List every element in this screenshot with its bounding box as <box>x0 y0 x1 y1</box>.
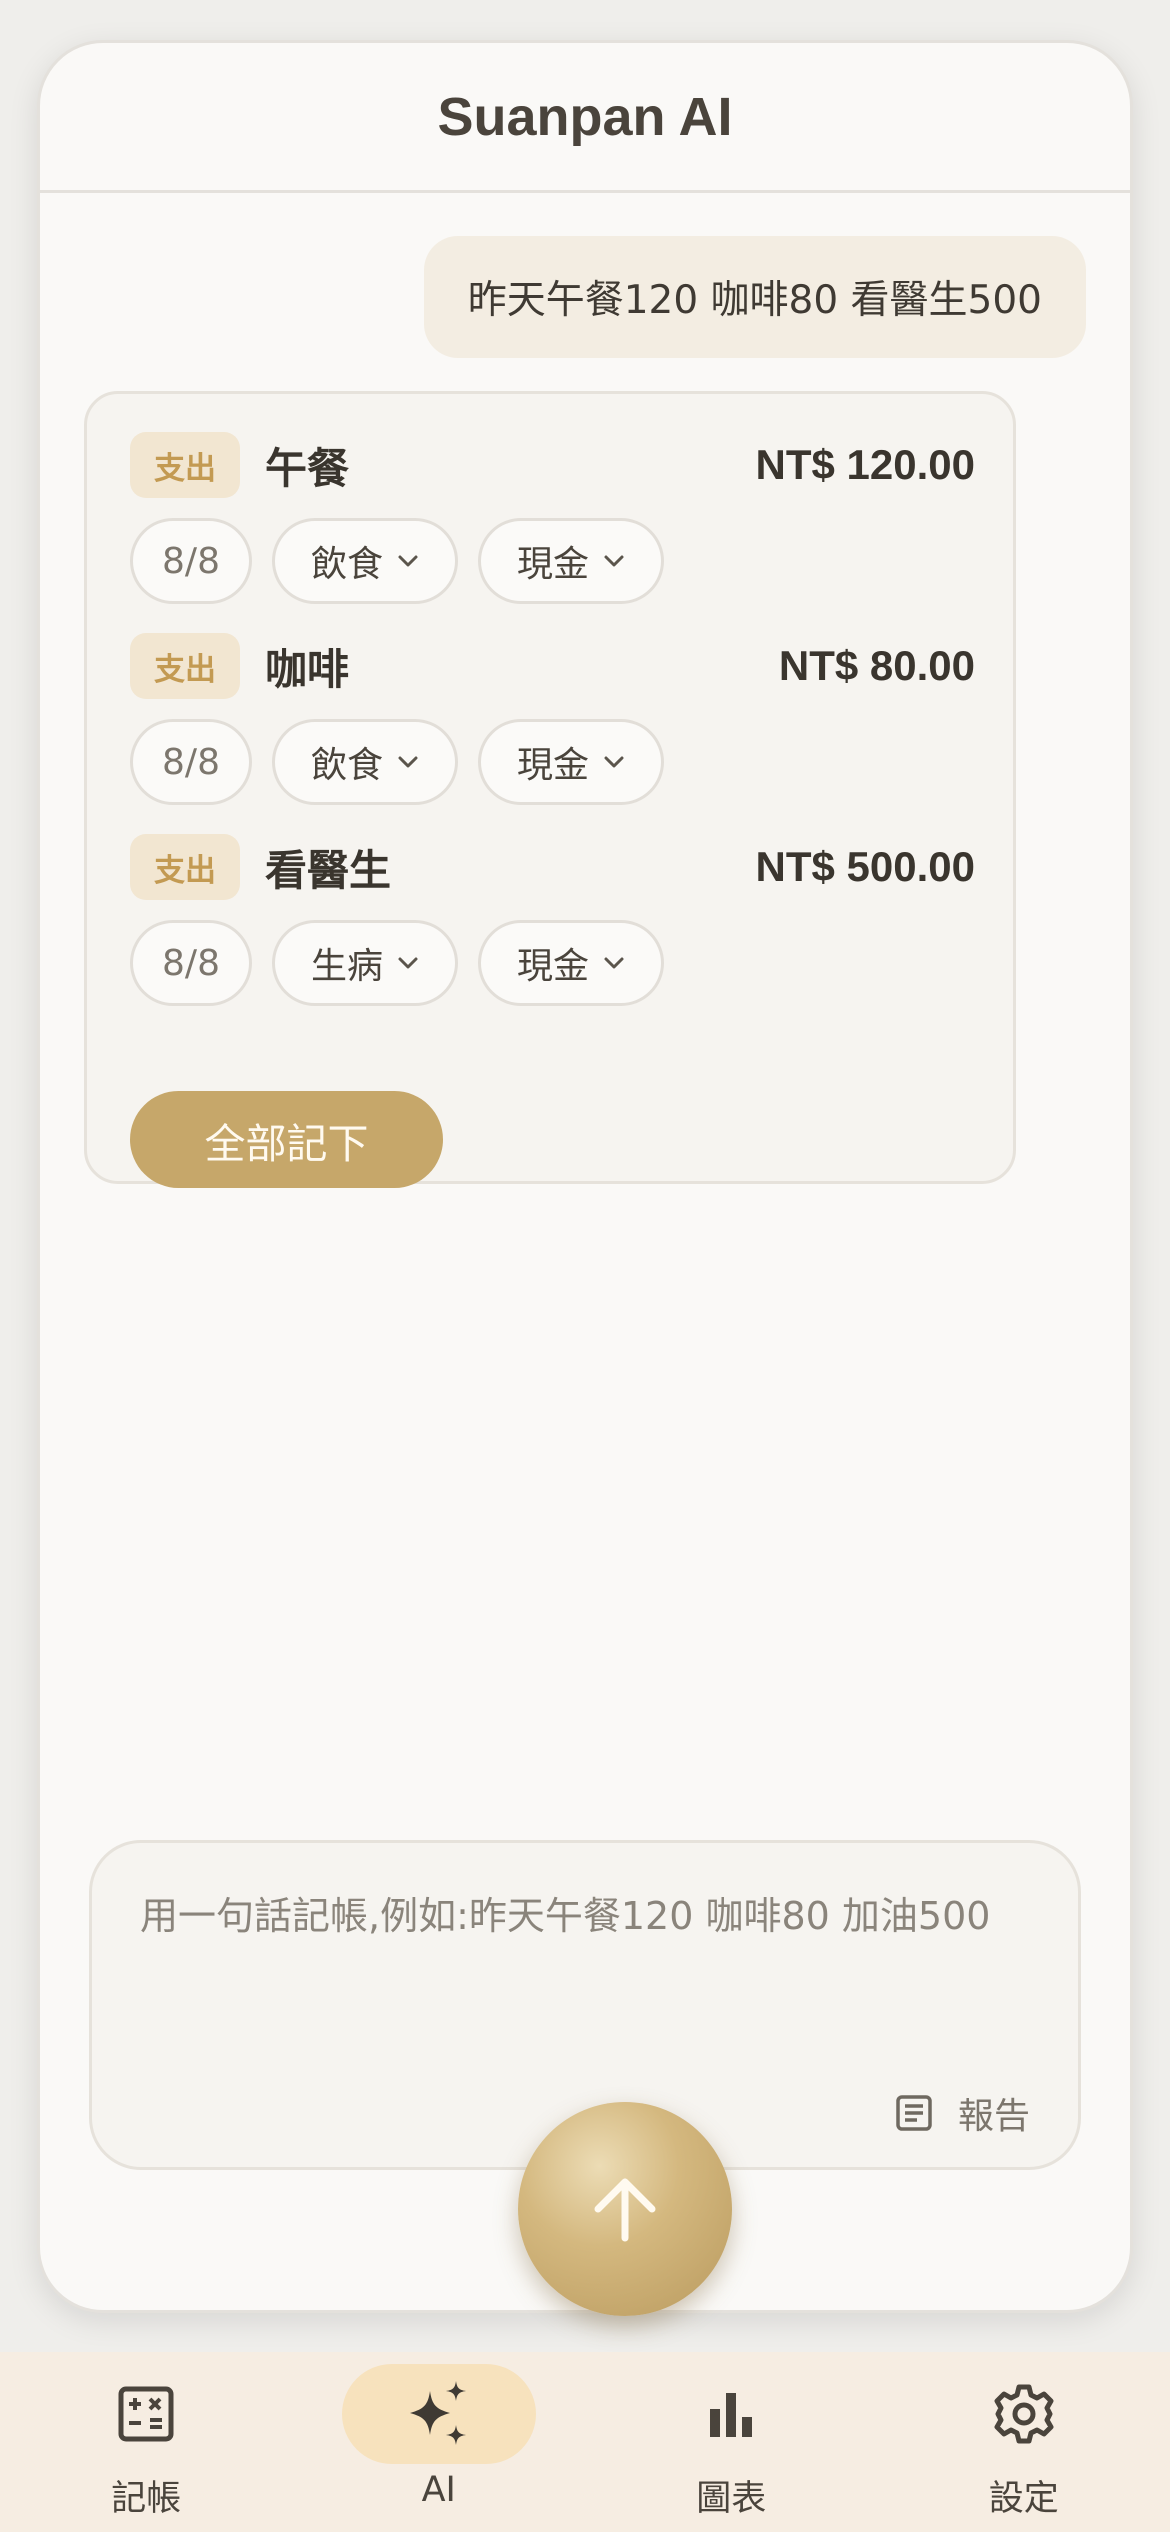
tab-ai[interactable]: AI <box>293 2352 586 2532</box>
account-value: 現金 <box>516 946 589 987</box>
save-all-button[interactable]: 全部記下 <box>130 1091 443 1188</box>
category-select[interactable]: 飲食 <box>272 518 458 604</box>
report-label: 報告 <box>957 2096 1030 2137</box>
entry-amount[interactable]: NT$ 500.00 <box>756 834 975 900</box>
type-badge[interactable]: 支出 <box>130 432 240 498</box>
entry-item: 支出 午餐 NT$ 120.00 8/8 飲食 現金 <box>130 432 975 604</box>
account-select[interactable]: 現金 <box>478 518 664 604</box>
category-value: 飲食 <box>310 745 383 786</box>
tab-bookkeeping[interactable]: 記帳 <box>0 2352 293 2532</box>
document-icon <box>896 2095 932 2131</box>
category-select[interactable]: 飲食 <box>272 719 458 805</box>
tab-settings[interactable]: 設定 <box>878 2352 1170 2532</box>
bottom-tab-bar: 記帳 AI 圖表 設定 <box>0 2352 1170 2532</box>
entry-item: 支出 看醫生 NT$ 500.00 8/8 生病 現金 <box>130 834 975 1006</box>
report-button[interactable]: 報告 <box>894 2083 1030 2143</box>
page-title: Suanpan AI <box>437 86 733 147</box>
entry-name[interactable]: 午餐 <box>265 435 349 496</box>
tab-label: AI <box>421 2470 456 2510</box>
date-chip[interactable]: 8/8 <box>130 719 252 805</box>
chat-window: Suanpan AI 昨天午餐120 咖啡80 看醫生500 支出 午餐 NT$… <box>37 40 1133 2316</box>
category-select[interactable]: 生病 <box>272 920 458 1006</box>
entry-amount[interactable]: NT$ 80.00 <box>779 633 975 699</box>
tab-charts[interactable]: 圖表 <box>585 2352 878 2532</box>
user-message-bubble: 昨天午餐120 咖啡80 看醫生500 <box>423 236 1086 358</box>
account-select[interactable]: 現金 <box>478 719 664 805</box>
message-input[interactable]: 用一句話記帳,例如:昨天午餐120 咖啡80 加油500 <box>140 1885 1040 1940</box>
chevron-down-icon <box>604 555 624 567</box>
calculator-icon <box>118 2386 174 2442</box>
date-chip[interactable]: 8/8 <box>130 518 252 604</box>
date-chip[interactable]: 8/8 <box>130 920 252 1006</box>
app-header: Suanpan AI <box>40 43 1130 193</box>
entry-amount[interactable]: NT$ 120.00 <box>756 432 975 498</box>
chevron-down-icon <box>604 957 624 969</box>
active-tab-indicator <box>341 2364 536 2464</box>
bar-chart-icon <box>710 2393 753 2437</box>
sparkles-icon <box>409 2381 466 2445</box>
account-value: 現金 <box>516 745 589 786</box>
account-value: 現金 <box>516 544 589 585</box>
type-badge[interactable]: 支出 <box>130 834 240 900</box>
tab-label: 記帳 <box>111 2479 182 2519</box>
category-value: 生病 <box>310 946 383 987</box>
entry-name[interactable]: 看醫生 <box>265 837 391 898</box>
entry-item: 支出 咖啡 NT$ 80.00 8/8 飲食 現金 <box>130 633 975 805</box>
chevron-down-icon <box>398 555 418 567</box>
chevron-down-icon <box>398 756 418 768</box>
entry-name[interactable]: 咖啡 <box>265 636 349 697</box>
chevron-down-icon <box>398 957 418 969</box>
parsed-entries-card: 支出 午餐 NT$ 120.00 8/8 飲食 現金 支出 咖啡 NT$ 80.… <box>84 391 1016 1188</box>
chevron-down-icon <box>604 756 624 768</box>
send-button[interactable] <box>518 2102 732 2316</box>
type-badge[interactable]: 支出 <box>130 633 240 699</box>
category-value: 飲食 <box>310 544 383 585</box>
tab-label: 設定 <box>988 2479 1059 2519</box>
tab-label: 圖表 <box>696 2479 767 2519</box>
gear-icon <box>994 2384 1054 2444</box>
arrow-up-icon <box>594 2178 656 2242</box>
account-select[interactable]: 現金 <box>478 920 664 1006</box>
